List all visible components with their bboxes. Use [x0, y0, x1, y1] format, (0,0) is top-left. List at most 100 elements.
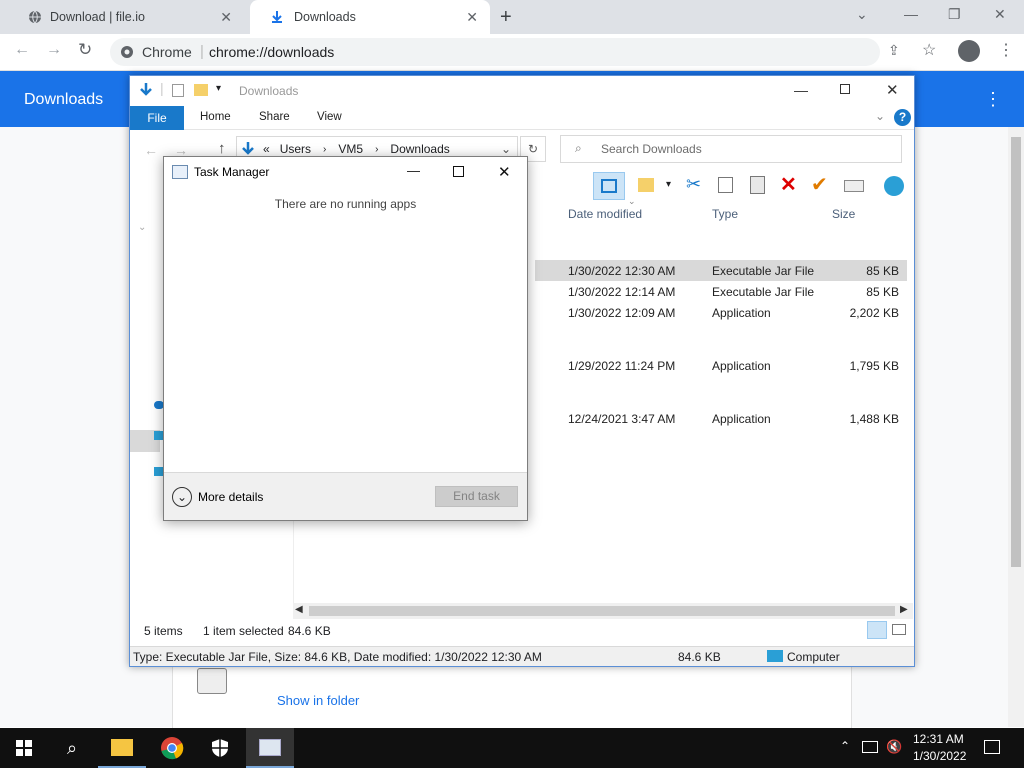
- reload-button[interactable]: ↻: [78, 40, 92, 60]
- tab-fileio[interactable]: Download | file.io ✕: [8, 0, 244, 34]
- address-dropdown-icon[interactable]: ⌄: [501, 142, 511, 156]
- back-button[interactable]: ←: [14, 41, 30, 59]
- minimize-button[interactable]: —: [407, 163, 420, 178]
- close-button[interactable]: ✕: [886, 81, 899, 99]
- help-icon[interactable]: ?: [894, 109, 911, 126]
- delete-icon[interactable]: ✕: [780, 172, 797, 197]
- cut-icon[interactable]: ✂: [686, 174, 701, 195]
- maximize-button[interactable]: [453, 166, 464, 177]
- start-button[interactable]: [0, 728, 48, 768]
- network-icon[interactable]: [862, 741, 878, 753]
- end-task-button[interactable]: End task: [435, 486, 518, 507]
- show-hidden-icons[interactable]: ⌃: [840, 739, 850, 753]
- more-actions-icon[interactable]: ⋮: [984, 89, 1002, 110]
- ribbon-tabs: File Home Share View ⌄ ?: [130, 106, 914, 130]
- page-scrollbar[interactable]: [1008, 127, 1024, 727]
- overflow-chevron[interactable]: «: [263, 142, 270, 156]
- copy-icon[interactable]: [718, 177, 733, 193]
- breadcrumb-vm5[interactable]: VM5: [338, 142, 363, 156]
- paste-icon[interactable]: [750, 176, 765, 194]
- horizontal-scrollbar[interactable]: ◀ ▶: [293, 603, 913, 619]
- row-date: 1/30/2022 12:14 AM: [568, 285, 676, 299]
- rename-check-icon[interactable]: ✔: [811, 172, 828, 197]
- menu-icon[interactable]: ⋮: [998, 40, 1014, 60]
- globe-icon[interactable]: [884, 176, 904, 196]
- details-view-icon[interactable]: [867, 621, 887, 639]
- column-size[interactable]: Size: [832, 207, 855, 221]
- file-icon: [197, 668, 227, 694]
- expand-chevron-icon[interactable]: ⌄: [172, 487, 192, 507]
- volume-muted-icon[interactable]: 🔇: [886, 739, 902, 755]
- new-tab-button[interactable]: +: [500, 6, 512, 29]
- tab-home[interactable]: Home: [200, 111, 231, 123]
- download-card: Show in folder: [172, 657, 852, 730]
- search-icon[interactable]: ⌕: [48, 728, 96, 768]
- tab-share[interactable]: Share: [259, 111, 290, 123]
- show-in-folder-link[interactable]: Show in folder: [277, 693, 359, 708]
- notifications-icon[interactable]: [984, 740, 1000, 754]
- row-date: 12/24/2021 3:47 AM: [568, 412, 676, 426]
- tab-search-icon[interactable]: ⌄: [856, 6, 868, 23]
- search-icon: ⌕: [575, 141, 582, 155]
- tab-downloads[interactable]: Downloads ✕: [250, 0, 490, 34]
- chrome-taskbar-icon[interactable]: [148, 728, 196, 768]
- bookmark-star-icon[interactable]: ☆: [922, 40, 936, 60]
- scrollbar-thumb[interactable]: [1011, 137, 1021, 567]
- properties-icon[interactable]: [172, 84, 184, 97]
- computer-icon: [767, 650, 783, 662]
- file-row[interactable]: 1/30/2022 12:30 AM Executable Jar File 8…: [535, 260, 907, 281]
- omnibox[interactable]: Chrome | chrome://downloads: [110, 38, 880, 66]
- forward-button[interactable]: →: [46, 41, 62, 59]
- close-window-button[interactable]: ✕: [994, 6, 1006, 23]
- scrollbar-thumb[interactable]: [309, 606, 895, 616]
- file-row[interactable]: 1/29/2022 11:24 PM Application 1,795 KB: [535, 355, 907, 376]
- file-row[interactable]: 1/30/2022 12:14 AM Executable Jar File 8…: [535, 281, 907, 302]
- chrome-logo-icon: [161, 737, 184, 760]
- minimize-button[interactable]: —: [904, 6, 918, 22]
- up-button[interactable]: ↑: [218, 140, 226, 157]
- row-size: 2,202 KB: [849, 306, 899, 320]
- security-taskbar-icon[interactable]: [196, 728, 244, 768]
- large-icons-view-icon[interactable]: [892, 624, 906, 635]
- scroll-right-icon[interactable]: ▶: [900, 604, 908, 615]
- share-icon[interactable]: ⇪: [888, 42, 900, 59]
- breadcrumb-downloads[interactable]: Downloads: [390, 142, 449, 156]
- new-item-dropdown-icon[interactable]: ▾: [666, 179, 671, 190]
- chrome-logo-icon: [121, 46, 133, 58]
- file-explorer-taskbar-icon[interactable]: [98, 728, 146, 768]
- row-size: 1,488 KB: [849, 412, 899, 426]
- search-input[interactable]: ⌕ Search Downloads: [560, 135, 902, 163]
- preview-pane-icon: [601, 179, 617, 193]
- expand-chevron-icon[interactable]: ⌄: [138, 222, 146, 233]
- shield-icon: [212, 739, 228, 757]
- tab-view[interactable]: View: [317, 111, 342, 123]
- maximize-button[interactable]: [840, 84, 850, 94]
- task-manager-icon: [172, 165, 188, 179]
- restore-button[interactable]: ❐: [948, 6, 961, 23]
- back-button[interactable]: ←: [144, 142, 158, 158]
- file-row[interactable]: 1/30/2022 12:09 AM Application 2,202 KB: [535, 302, 907, 323]
- clock-date[interactable]: 1/30/2022: [913, 749, 966, 763]
- expand-ribbon-icon[interactable]: ⌄: [875, 109, 885, 123]
- tab-file[interactable]: File: [130, 106, 184, 130]
- clock-time[interactable]: 12:31 AM: [913, 732, 964, 746]
- column-date-modified[interactable]: Date modified: [568, 207, 642, 221]
- explorer-title: Downloads: [239, 84, 299, 98]
- close-button[interactable]: ✕: [498, 163, 511, 181]
- more-details-link[interactable]: More details: [198, 490, 263, 504]
- task-manager-taskbar-icon[interactable]: [246, 728, 294, 768]
- preview-pane-button[interactable]: [593, 172, 625, 200]
- qat-dropdown-icon[interactable]: ▾: [216, 83, 221, 94]
- profile-avatar[interactable]: [958, 40, 980, 62]
- new-folder-icon[interactable]: [638, 178, 654, 192]
- column-type[interactable]: Type: [712, 207, 738, 221]
- scroll-left-icon[interactable]: ◀: [295, 604, 303, 615]
- properties-icon[interactable]: [844, 180, 864, 192]
- file-row[interactable]: 12/24/2021 3:47 AM Application 1,488 KB: [535, 408, 907, 429]
- close-tab-icon[interactable]: ✕: [220, 9, 232, 26]
- new-folder-icon[interactable]: [194, 84, 208, 96]
- close-tab-icon[interactable]: ✕: [466, 9, 478, 26]
- minimize-button[interactable]: —: [794, 82, 808, 98]
- task-manager-window: Task Manager — ✕ There are no running ap…: [163, 156, 528, 521]
- breadcrumb-users[interactable]: Users: [280, 142, 311, 156]
